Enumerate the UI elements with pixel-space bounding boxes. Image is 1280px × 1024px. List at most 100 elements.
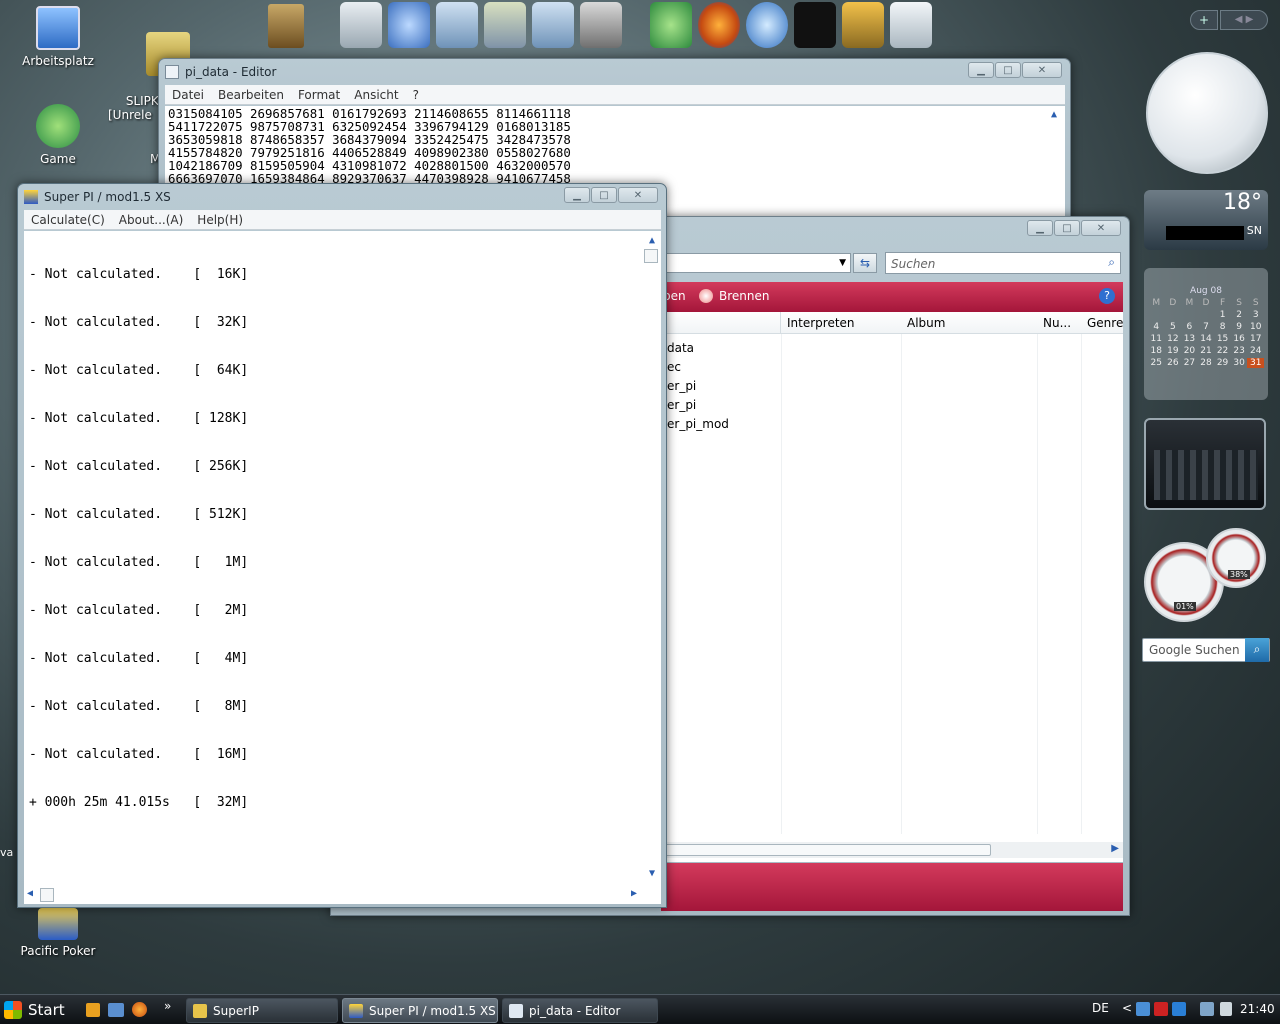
quicklaunch-chevron[interactable]: » [164,999,171,1013]
menu-bearbeiten[interactable]: Bearbeiten [211,88,291,102]
calendar-date[interactable]: 12 [1165,334,1182,344]
calendar-date[interactable]: 31 [1247,358,1264,368]
network-tray-icon[interactable] [1136,1002,1150,1016]
cpu-tray-icon[interactable] [1154,1002,1168,1016]
network-status-icon[interactable] [1200,1002,1214,1016]
volume-icon[interactable] [1220,1002,1232,1016]
calendar-date[interactable] [1148,310,1165,320]
weather-gadget[interactable]: 18° SN [1144,190,1268,250]
desktop-icon-pacific-poker[interactable]: Pacific Poker [18,908,98,958]
search-icon[interactable]: ⌕ [1245,638,1269,662]
column-name[interactable] [661,312,781,334]
calendar-date[interactable]: 18 [1148,346,1165,356]
hammer-icon[interactable] [842,2,884,48]
calendar-gadget[interactable]: Aug 08 M D M D F S S 1 2 3 4 5 6 7 8 9 10 11 12 13 14 15 16 17 1… [1144,268,1268,400]
search-icon[interactable]: ⌕ [1108,255,1115,270]
firefox-icon[interactable] [698,2,740,48]
calendar-date[interactable]: 15 [1214,334,1231,344]
menu-help[interactable]: ? [406,88,426,102]
calendar-date[interactable]: 8 [1214,322,1231,332]
desktop-icon-arbeitsplatz[interactable]: Arbeitsplatz [18,6,98,68]
taskbar-button-notepad[interactable]: pi_data - Editor [502,998,658,1023]
folder-icon[interactable] [268,4,304,48]
show-desktop-icon[interactable] [108,1003,124,1017]
minimize-button[interactable]: ▁ [968,62,994,78]
help-icon[interactable]: ? [1099,288,1115,304]
scroll-right-arrow[interactable]: ▶ [631,886,637,902]
menu-datei[interactable]: Datei [165,88,211,102]
folder-icon[interactable] [484,2,526,48]
scroll-right-arrow[interactable]: ▶ [1111,843,1119,854]
column-interpreten[interactable]: Interpreten [787,316,855,330]
media-player-icon[interactable] [86,1003,100,1017]
minimize-button[interactable]: ▁ [1027,220,1053,236]
photo-gadget[interactable] [1144,418,1266,510]
calendar-date[interactable]: 11 [1148,334,1165,344]
title-bar[interactable]: pi_data - Editor [159,59,1070,85]
taskbar-button-superpi[interactable]: Super PI / mod1.5 XS [342,998,498,1023]
start-button[interactable]: Start [4,997,74,1023]
calendar-date[interactable]: 28 [1198,358,1215,368]
scroll-up-arrow[interactable]: ▲ [649,233,655,249]
globe-icon[interactable] [746,2,788,48]
column-album[interactable]: Album [907,316,945,330]
menu-calculate[interactable]: Calculate(C) [24,213,112,227]
cpu-meter-gadget[interactable]: 01% 38% [1142,528,1270,622]
tray-expand-button[interactable]: < [1122,1001,1132,1015]
tshirt-icon[interactable] [794,2,836,48]
firefox-icon[interactable] [132,1002,147,1017]
google-search-gadget[interactable]: Google Suchen ⌕ [1142,638,1270,662]
menu-ansicht[interactable]: Ansicht [347,88,405,102]
calendar-date[interactable]: 16 [1231,334,1248,344]
calendar-date[interactable]: 19 [1165,346,1182,356]
temp-tray-icon[interactable] [1172,1002,1186,1016]
menu-format[interactable]: Format [291,88,347,102]
calendar-date[interactable]: 5 [1165,322,1182,332]
calendar-date[interactable] [1165,310,1182,320]
refresh-icon[interactable]: ⇆ [853,253,877,273]
close-button[interactable]: ✕ [1081,220,1121,236]
close-button[interactable]: ✕ [1022,62,1062,78]
calendar-date[interactable]: 4 [1148,322,1165,332]
sidebar-nav-button[interactable]: ◀ ▶ [1220,10,1268,30]
folder-icon[interactable] [532,2,574,48]
calendar-date[interactable]: 23 [1231,346,1248,356]
trophy-icon[interactable] [650,2,692,48]
calendar-date[interactable]: 6 [1181,322,1198,332]
close-button[interactable]: ✕ [618,187,658,203]
menu-about[interactable]: About...(A) [112,213,191,227]
list-item[interactable]: er_pi [667,379,696,393]
list-item[interactable]: er_pi_mod [667,417,729,431]
sidebar-add-button[interactable]: + [1190,10,1218,30]
minimize-button[interactable]: ▁ [564,187,590,203]
h-scrollbar-thumb[interactable] [40,888,54,902]
horizontal-scrollbar[interactable]: ▶ [661,842,1123,858]
network-icon[interactable] [388,2,430,48]
calendar-date[interactable]: 17 [1247,334,1264,344]
maximize-button[interactable]: □ [1054,220,1080,236]
scrollbar-thumb[interactable] [661,844,991,856]
maximize-button[interactable]: □ [995,62,1021,78]
calendar-date[interactable]: 9 [1231,322,1248,332]
calendar-date[interactable]: 29 [1214,358,1231,368]
scroll-left-arrow[interactable]: ◀ [27,886,33,902]
calendar-date[interactable]: 24 [1247,346,1264,356]
calendar-date[interactable]: 7 [1198,322,1215,332]
calendar-date[interactable]: 14 [1198,334,1215,344]
taskbar-button-superip[interactable]: SuperIP [186,998,338,1023]
search-input[interactable]: Suchen [891,257,935,271]
calendar-date[interactable]: 21 [1198,346,1215,356]
list-item[interactable]: er_pi [667,398,696,412]
maximize-button[interactable]: □ [591,187,617,203]
calendar-date[interactable]: 10 [1247,322,1264,332]
calendar-date[interactable]: 1 [1214,310,1231,320]
address-dropdown[interactable]: ▼ [661,253,851,273]
list-item[interactable]: data [667,341,694,355]
calendar-date[interactable]: 30 [1231,358,1248,368]
calendar-date[interactable]: 3 [1247,310,1264,320]
search-box[interactable]: Suchen ⌕ [885,252,1121,274]
calendar-date[interactable]: 27 [1181,358,1198,368]
google-search-input[interactable]: Google Suchen [1149,643,1240,657]
scroll-up-arrow[interactable]: ▲ [1051,108,1057,121]
menu-help[interactable]: Help(H) [190,213,250,227]
